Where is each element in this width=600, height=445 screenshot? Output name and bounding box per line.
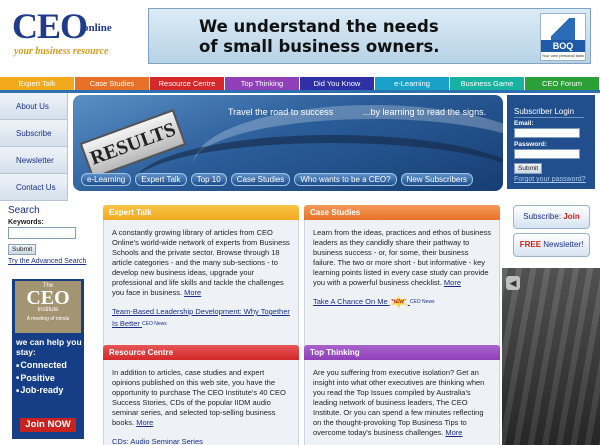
keywords-label: Keywords: [8,219,44,226]
ceo-online-logo[interactable]: CEO online your business resource [12,8,132,60]
hero-tab-expert-talk[interactable]: Expert Talk [135,173,187,186]
expert-talk-text: A constantly growing library of articles… [112,228,290,297]
side-item-about-us[interactable]: About Us [0,93,68,120]
ceo-news-badge: CEO News [142,321,167,327]
search-submit-button[interactable]: Submit [8,244,37,255]
keywords-input[interactable] [8,227,76,239]
ad-item-positive: Positive [16,372,67,385]
video-player[interactable]: ◀ [502,268,600,445]
hero-tab-top-10[interactable]: Top 10 [190,173,227,186]
side-menu: About Us Subscribe Newsletter Contact Us [0,93,68,201]
top-thinking-body: Are you suffering from executive isolati… [304,360,500,445]
hero-tabs: e-Learning Expert Talk Top 10 Case Studi… [81,173,474,186]
top-thinking-text: Are you suffering from executive isolati… [313,368,485,437]
header: CEO online your business resource We und… [0,0,600,73]
resource-centre-body: In addition to articles, case studies an… [103,360,299,445]
banner-line-2: of small business owners. [199,37,440,56]
resource-centre-article-link[interactable]: CDs: Audio Seminar Series [112,436,292,445]
side-item-newsletter[interactable]: Newsletter [0,147,68,174]
newsletter-prefix: FREE [519,240,542,249]
resource-centre-title[interactable]: Resource Centre [103,345,299,360]
subscribe-join-button[interactable]: Subscribe: Join Now! [513,205,590,243]
ad-help-text: we can help you stay: [16,337,82,357]
ad-mind: A meeting of minds [26,316,70,322]
ceo-institute-logo: The CEO Institute A meeting of minds [15,281,81,333]
email-label: Email: [514,120,534,127]
password-label: Password: [514,141,547,148]
search-title: Search [8,205,40,216]
boq-mark-icon [551,18,575,40]
expert-talk-more-link[interactable]: More [184,288,201,297]
main-nav: Expert Talk Case Studies Resource Centre To… [0,77,600,90]
case-studies-title[interactable]: Case Studies [304,205,500,220]
boq-label: BOQ [541,40,585,52]
hero-tab-case-studies[interactable]: Case Studies [230,173,291,186]
ad-item-job-ready: Job-ready [16,384,67,397]
speaker-icon[interactable]: ◀ [506,276,520,290]
case-studies-article-link[interactable]: Take A Chance On Me NEW! CEO News [313,296,493,309]
login-submit-button[interactable]: Submit [514,163,543,174]
side-item-subscribe[interactable]: Subscribe [0,120,68,147]
resource-centre-more-link[interactable]: More [136,418,153,427]
free-newsletter-button[interactable]: FREE Newsletter! [513,233,590,257]
join-now-button[interactable]: Join NOW [20,418,76,432]
logo-tagline: your business resource [14,46,109,57]
email-field[interactable] [514,128,580,138]
new-star-icon: NEW! [389,296,408,309]
subscriber-login-panel: Subscriber Login Email: Password: Submit… [507,95,595,189]
hero-tagline-1: Travel the road to success [228,107,334,117]
hero-tab-new-subscribers[interactable]: New Subscribers [400,173,474,186]
boq-banner-ad[interactable]: We understand the needs of small busines… [148,8,591,64]
top-thinking-box: Top Thinking Are you suffering from exec… [304,345,500,445]
forgot-password-link[interactable]: Forgot your password? [514,176,586,183]
ad-institute: Institute [37,307,59,313]
case-studies-body: Learn from the ideas, practices and etho… [304,220,500,354]
hero-tab-who-wants-ceo[interactable]: Who wants to be a CEO? [294,173,397,186]
nav-tab-case-studies[interactable]: Case Studies [75,77,150,90]
nav-tab-e-learning[interactable]: e-Learning [375,77,450,90]
boq-sub: Your own personal bank [541,53,585,58]
ceo-news-badge: CEO News [409,299,435,306]
ad-list: Connected Positive Job-ready [16,359,67,397]
nav-tab-resource-centre[interactable]: Resource Centre [150,77,225,90]
nav-tab-top-thinking[interactable]: Top Thinking [225,77,300,90]
resource-centre-box: Resource Centre In addition to articles,… [103,345,299,445]
case-studies-more-link[interactable]: More [444,278,461,287]
top-thinking-more-link[interactable]: More [445,428,462,437]
advanced-search-link[interactable]: Try the Advanced Search [8,258,86,265]
expert-talk-title[interactable]: Expert Talk [103,205,299,220]
boq-logo: BOQ Your own personal bank [540,13,586,61]
nav-tab-business-game[interactable]: Business Game [450,77,525,90]
side-item-contact-us[interactable]: Contact Us [0,174,68,201]
ad-item-connected: Connected [16,359,67,372]
expert-talk-body: A constantly growing library of articles… [103,220,299,354]
nav-tab-expert-talk[interactable]: Expert Talk [0,77,75,90]
case-studies-box: Case Studies Learn from the ideas, pract… [304,205,500,354]
hero-banner: Travel the road to success ...by learnin… [73,95,503,191]
ad-ceo: CEO [26,287,70,309]
top-thinking-title[interactable]: Top Thinking [304,345,500,360]
nav-tab-did-you-know[interactable]: Did You Know [300,77,375,90]
video-frame [502,268,600,445]
password-field[interactable] [514,149,580,159]
logo-online-text: online [83,22,112,34]
newsletter-suffix: Newsletter! [543,240,584,249]
hero-tagline-2: ...by learning to read the signs. [363,107,487,117]
case-studies-text: Learn from the ideas, practices and etho… [313,228,492,287]
subscribe-prefix: Subscribe: [523,212,562,221]
hero-tab-e-learning[interactable]: e-Learning [81,173,132,186]
logo-main-text: CEO [12,6,88,46]
expert-talk-box: Expert Talk A constantly growing library… [103,205,299,354]
subscriber-login-title: Subscriber Login [514,107,584,118]
banner-text: We understand the needs of small busines… [199,17,539,57]
ceo-institute-ad[interactable]: The CEO Institute A meeting of minds we … [12,279,84,439]
banner-line-1: We understand the needs [199,17,439,36]
expert-talk-article-link[interactable]: Team-Based Leadership Development: Why T… [112,306,292,330]
nav-tab-ceo-forum[interactable]: CEO Forum [525,77,600,90]
